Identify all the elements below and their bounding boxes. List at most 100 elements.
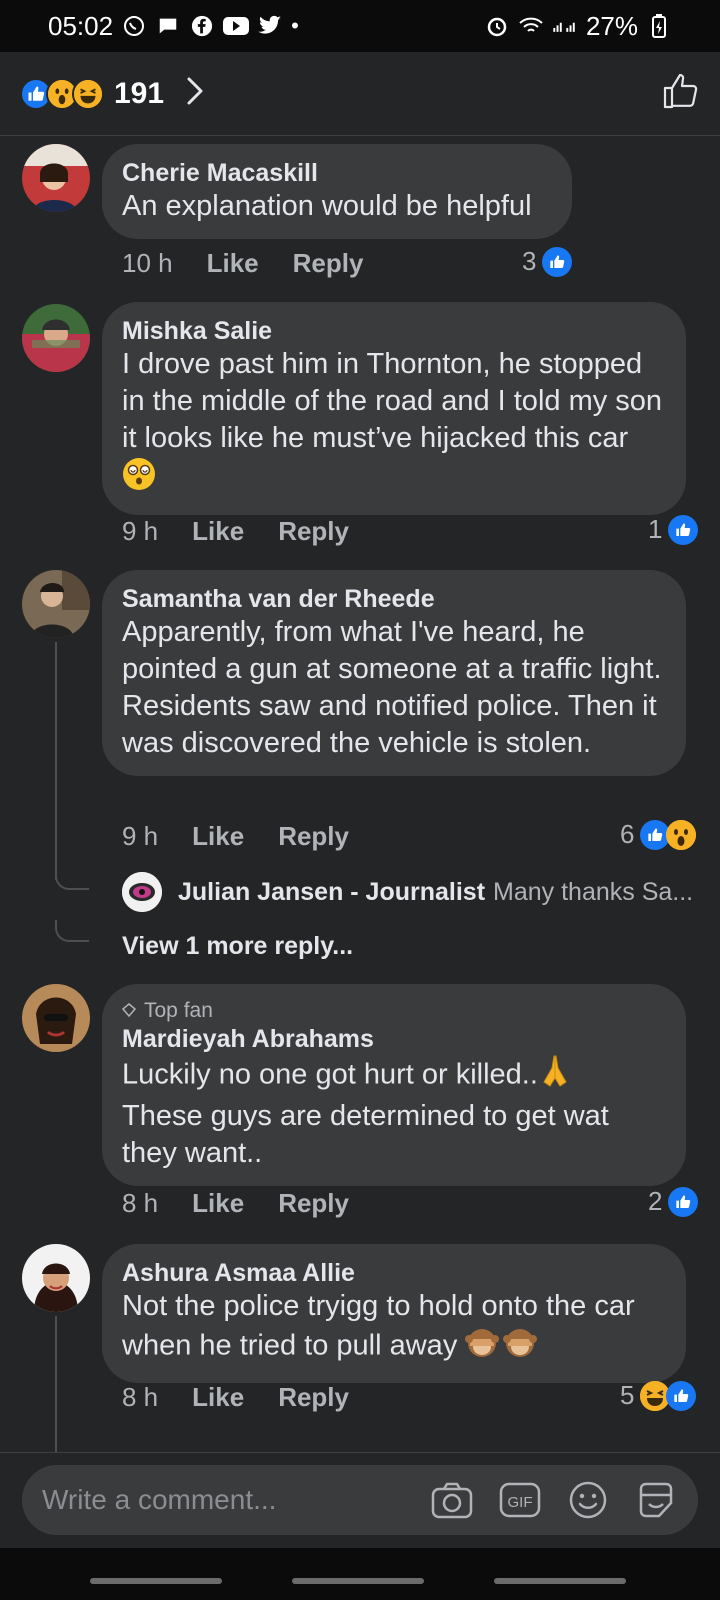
- avatar[interactable]: [22, 984, 90, 1052]
- alarm-icon: [484, 13, 510, 39]
- like-reaction-icon: [666, 1380, 697, 1411]
- comment-reaction-count[interactable]: 3: [522, 246, 573, 277]
- comment-bubble[interactable]: Cherie Macaskill An explanation would be…: [102, 144, 572, 239]
- gif-icon[interactable]: GIF: [498, 1478, 542, 1522]
- whatsapp-icon: [121, 13, 147, 39]
- reply-button[interactable]: Reply: [278, 821, 349, 852]
- reply-button[interactable]: Reply: [278, 516, 349, 547]
- comment-actions: 9 h Like Reply: [122, 516, 349, 547]
- comment-reaction-count[interactable]: 5: [620, 1380, 697, 1411]
- nav-home[interactable]: [292, 1578, 424, 1584]
- like-reaction-icon: [668, 514, 699, 545]
- comment-text-line-2: These guys are determined to get wat the…: [122, 1100, 609, 1169]
- folded-hands-emoji: [538, 1054, 572, 1098]
- sticker-icon[interactable]: [634, 1478, 678, 1522]
- chevron-right-icon[interactable]: [186, 76, 204, 111]
- reaction-count: 191: [114, 76, 165, 110]
- comment-time: 10 h: [122, 248, 173, 278]
- reply-button[interactable]: Reply: [278, 1188, 349, 1219]
- comment-bubble[interactable]: Samantha van der Rheede Apparently, from…: [102, 570, 686, 776]
- reply-button[interactable]: Reply: [293, 248, 364, 279]
- comment-author[interactable]: Samantha van der Rheede: [122, 584, 666, 614]
- like-reaction-icon: [668, 1186, 699, 1217]
- comment-time: 8 h: [122, 1382, 159, 1412]
- status-time: 05:02: [48, 10, 114, 41]
- dizzy-face-emoji: [122, 457, 156, 501]
- wow-reaction-icon: [666, 819, 697, 850]
- like-button[interactable]: Like: [192, 1382, 244, 1413]
- comment-text: Luckily no one got hurt or killed.. Thes…: [122, 1054, 666, 1172]
- like-reaction-icon: [542, 246, 573, 277]
- thread-line: [55, 642, 57, 880]
- comment-actions: 9 h Like Reply: [122, 821, 349, 852]
- reply-preview[interactable]: Julian Jansen - Journalist Many thanks S…: [122, 872, 693, 912]
- reply-text: Many thanks Sa...: [493, 877, 694, 906]
- notification-dot-icon: •: [291, 13, 299, 38]
- comment-text-body: Not the police tryigg to hold onto the c…: [122, 1290, 635, 1362]
- reaction-count-number: 5: [620, 1380, 635, 1410]
- comment-author[interactable]: Ashura Asmaa Allie: [122, 1258, 666, 1288]
- comment-author[interactable]: Mishka Salie: [122, 316, 666, 346]
- svg-text:GIF: GIF: [508, 1494, 533, 1511]
- comment-reaction-count[interactable]: 1: [648, 514, 699, 545]
- comment-bubble[interactable]: Ashura Asmaa Allie Not the police tryigg…: [102, 1244, 686, 1383]
- chat-icon: [155, 13, 181, 39]
- avatar[interactable]: [22, 570, 90, 638]
- comment-input[interactable]: [42, 1484, 430, 1516]
- emoji-icon[interactable]: [566, 1478, 610, 1522]
- thread-line: [55, 1316, 57, 1452]
- top-fan-badge: Top fan: [121, 998, 666, 1024]
- reaction-count-number: 1: [648, 514, 663, 544]
- reaction-icons: [20, 77, 104, 110]
- comment-time: 8 h: [122, 1188, 159, 1218]
- comment-reaction-count[interactable]: 2: [648, 1186, 699, 1217]
- reply-button[interactable]: Reply: [278, 1382, 349, 1413]
- comment-actions: 10 h Like Reply: [122, 248, 363, 279]
- reactions-summary-bar[interactable]: 191: [0, 52, 720, 136]
- comment-bubble[interactable]: Top fan Mardieyah Abrahams Luckily no on…: [102, 984, 686, 1186]
- like-button[interactable]: Like: [192, 516, 244, 547]
- battery-percent: 27%: [585, 10, 638, 41]
- avatar[interactable]: [122, 872, 162, 912]
- thread-connector: [55, 870, 89, 890]
- like-button[interactable]: Like: [207, 248, 259, 279]
- wifi-icon: [518, 13, 544, 39]
- reaction-count-number: 3: [522, 246, 537, 276]
- view-more-replies-link[interactable]: View 1 more reply...: [122, 932, 353, 961]
- comment-actions: 8 h Like Reply: [122, 1382, 349, 1413]
- thread-connector: [55, 920, 89, 942]
- comment-author[interactable]: Cherie Macaskill: [122, 158, 552, 188]
- system-nav-bar: [0, 1548, 720, 1600]
- avatar[interactable]: [22, 1244, 90, 1312]
- comment-author[interactable]: Mardieyah Abrahams: [122, 1024, 666, 1054]
- comment-time: 9 h: [122, 516, 159, 546]
- comment-bubble[interactable]: Mishka Salie I drove past him in Thornto…: [102, 302, 686, 515]
- comment-actions: 8 h Like Reply: [122, 1188, 349, 1219]
- haha-reaction-icon: [72, 77, 104, 110]
- like-button[interactable]: Like: [192, 1188, 244, 1219]
- avatar[interactable]: [22, 304, 90, 372]
- comment-time: 9 h: [122, 821, 159, 851]
- nav-recent-apps[interactable]: [90, 1578, 222, 1584]
- reply-author[interactable]: Julian Jansen - Journalist: [178, 878, 485, 907]
- like-button[interactable]: Like: [192, 821, 244, 852]
- avatar[interactable]: [22, 144, 90, 212]
- comment-text: Not the police tryigg to hold onto the c…: [122, 1288, 666, 1369]
- camera-icon[interactable]: [430, 1478, 474, 1522]
- diamond-icon: [121, 998, 137, 1024]
- comment-reaction-count[interactable]: 6: [620, 819, 697, 850]
- comment-input-box[interactable]: GIF: [22, 1465, 698, 1535]
- like-post-button[interactable]: [662, 72, 700, 115]
- nav-back[interactable]: [494, 1578, 626, 1584]
- youtube-icon: [223, 13, 250, 39]
- comment-text: Apparently, from what I've heard, he poi…: [122, 616, 662, 759]
- reaction-count-number: 6: [620, 819, 635, 849]
- comment-text: I drove past him in Thornton, he stopped…: [122, 346, 666, 501]
- twitter-icon: [257, 13, 283, 39]
- top-fan-label: Top fan: [144, 999, 213, 1022]
- battery-charging-icon: [646, 13, 672, 39]
- signal-icon: [552, 13, 578, 39]
- comment-text: An explanation would be helpful: [122, 190, 532, 222]
- status-bar: 05:02 • 27%: [0, 0, 720, 52]
- comment-composer: GIF: [0, 1452, 720, 1548]
